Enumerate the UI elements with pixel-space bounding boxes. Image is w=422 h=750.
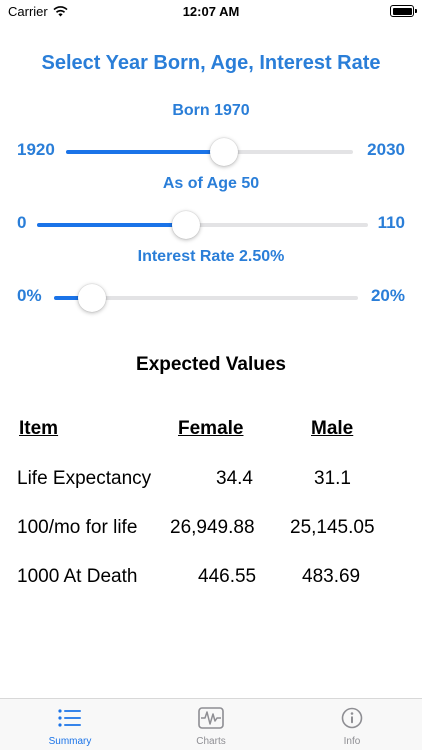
list-icon <box>58 709 81 727</box>
tab-info-label: Info <box>343 736 361 747</box>
interest-rate-slider-thumb[interactable] <box>78 284 106 312</box>
table-row: 1000 At Death 446.55 483.69 <box>0 566 422 592</box>
born-year-label: Born 1970 <box>172 102 250 119</box>
column-header-female: Female <box>178 418 244 439</box>
born-year-slider-fill <box>66 150 224 154</box>
tab-summary-label: Summary <box>48 736 92 747</box>
tab-info[interactable]: Info <box>282 699 422 750</box>
waveform-icon <box>198 707 224 729</box>
age-slider[interactable] <box>37 211 368 239</box>
interest-min-label: 0% <box>17 286 42 305</box>
interest-rate-slider[interactable] <box>54 284 358 312</box>
row-male-value: 25,145.05 <box>290 517 375 538</box>
row-female-value: 446.55 <box>198 566 257 587</box>
born-year-max-label: 2030 <box>367 140 405 159</box>
born-year-slider[interactable] <box>66 138 353 166</box>
age-slider-fill <box>37 223 186 227</box>
tab-charts[interactable]: Charts <box>141 699 281 750</box>
row-item: 1000 At Death <box>17 566 138 587</box>
interest-max-label: 20% <box>370 286 405 305</box>
tab-bar: Summary Charts Info <box>0 698 422 750</box>
column-header-male: Male <box>311 418 354 439</box>
age-max-label: 110 <box>377 213 405 232</box>
interest-rate-label: Interest Rate 2.50% <box>137 248 285 265</box>
table-row: Life Expectancy 34.4 31.1 <box>0 468 422 494</box>
age-min-label: 0 <box>17 213 27 232</box>
born-year-slider-thumb[interactable] <box>209 138 238 166</box>
age-slider-thumb[interactable] <box>171 211 200 239</box>
row-item: 100/mo for life <box>17 517 138 538</box>
row-item: Life Expectancy <box>17 468 152 489</box>
column-header-item: Item <box>19 418 59 439</box>
status-bar: Carrier 12:07 AM <box>0 0 422 24</box>
info-icon <box>341 707 363 729</box>
tab-summary[interactable]: Summary <box>0 699 140 750</box>
table-row: 100/mo for life 26,949.88 25,145.05 <box>0 517 422 543</box>
row-female-value: 26,949.88 <box>170 517 255 538</box>
born-year-min-label: 1920 <box>17 140 55 159</box>
row-male-value: 31.1 <box>314 468 351 489</box>
row-male-value: 483.69 <box>302 566 361 587</box>
tab-charts-label: Charts <box>196 736 226 747</box>
expected-values-title: Expected Values <box>136 354 286 375</box>
battery-icon <box>390 5 417 17</box>
row-female-value: 34.4 <box>216 468 253 489</box>
status-time: 12:07 AM <box>182 4 240 19</box>
page-title: Select Year Born, Age, Interest Rate <box>41 52 381 74</box>
age-label: As of Age 50 <box>162 175 260 192</box>
